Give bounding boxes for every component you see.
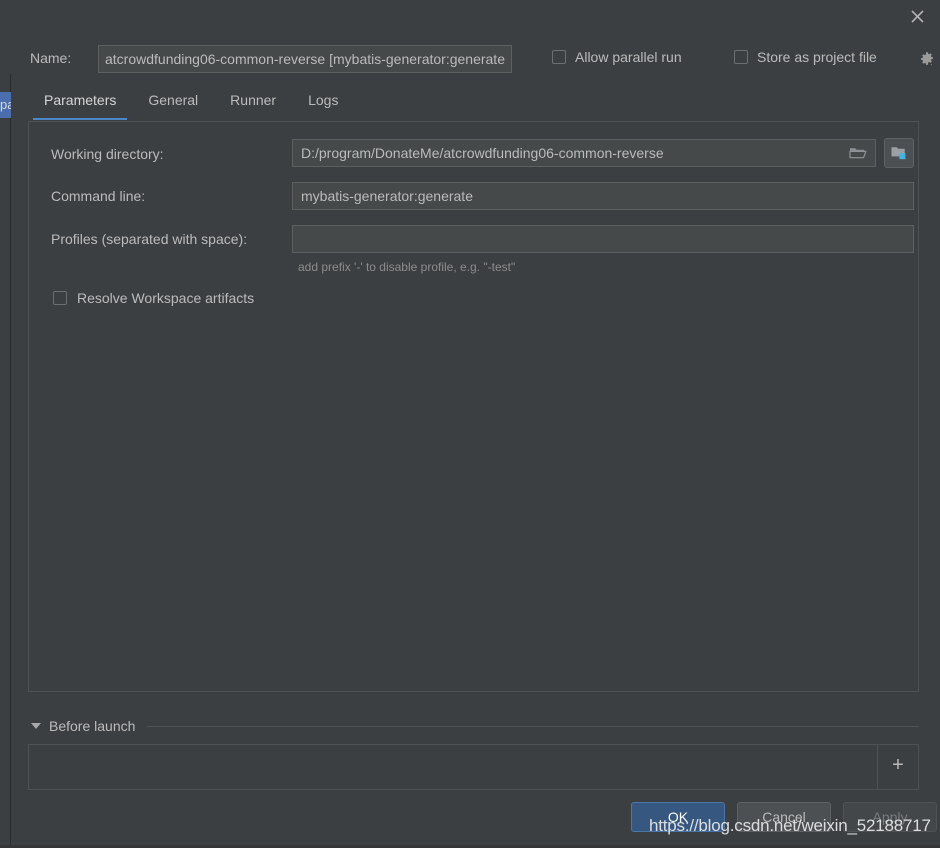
gear-icon[interactable] [916, 48, 938, 70]
before-launch-list[interactable] [29, 745, 877, 789]
checkbox-box [734, 50, 748, 64]
name-row: Name: Allow parallel run Store as projec… [11, 45, 940, 75]
tab-general[interactable]: General [132, 88, 214, 120]
ok-button[interactable]: OK [631, 802, 725, 832]
add-task-button[interactable]: + [887, 754, 909, 776]
parameters-panel: Working directory: Command line: Profile… [28, 122, 919, 692]
configuration-tabs: Parameters General Runner Logs [28, 88, 354, 123]
checkbox-box [552, 50, 566, 64]
tab-parameters[interactable]: Parameters [28, 88, 132, 120]
profiles-input[interactable] [292, 225, 914, 253]
resolve-workspace-artifacts-label: Resolve Workspace artifacts [77, 290, 255, 306]
allow-parallel-run-checkbox[interactable]: Allow parallel run [552, 49, 682, 65]
command-line-input[interactable] [292, 182, 914, 210]
store-as-project-file-label: Store as project file [757, 49, 877, 65]
apply-button: Apply [843, 802, 937, 832]
before-launch-separator [147, 725, 919, 727]
module-folder-icon[interactable] [884, 138, 914, 168]
profiles-hint: add prefix '-' to disable profile, e.g. … [298, 260, 516, 274]
working-directory-input[interactable] [292, 139, 876, 167]
folder-open-icon[interactable] [845, 143, 871, 163]
working-directory-label: Working directory: [51, 146, 164, 162]
cancel-button[interactable]: Cancel [737, 802, 831, 832]
before-launch-header: Before launch [28, 718, 919, 734]
tab-logs[interactable]: Logs [292, 88, 354, 120]
before-launch-toolbar: + [877, 745, 918, 789]
name-input[interactable] [98, 45, 512, 73]
store-as-project-file-checkbox[interactable]: Store as project file [734, 49, 877, 65]
close-icon[interactable] [902, 2, 932, 30]
profiles-label: Profiles (separated with space): [51, 231, 248, 247]
dialog-footer: OK Cancel Apply [11, 802, 940, 842]
run-debug-configurations-dialog: Name: Allow parallel run Store as projec… [11, 0, 940, 848]
name-label: Name: [30, 50, 72, 66]
before-launch-title: Before launch [49, 718, 136, 734]
before-launch-panel: + [28, 744, 919, 790]
tab-runner[interactable]: Runner [214, 88, 292, 120]
checkbox-box [53, 291, 67, 305]
resolve-workspace-artifacts-checkbox[interactable]: Resolve Workspace artifacts [53, 290, 254, 306]
allow-parallel-run-label: Allow parallel run [575, 49, 682, 65]
chevron-down-icon[interactable] [31, 723, 41, 729]
tree-selected-item[interactable]: pa [0, 92, 11, 118]
command-line-label: Command line: [51, 188, 146, 204]
